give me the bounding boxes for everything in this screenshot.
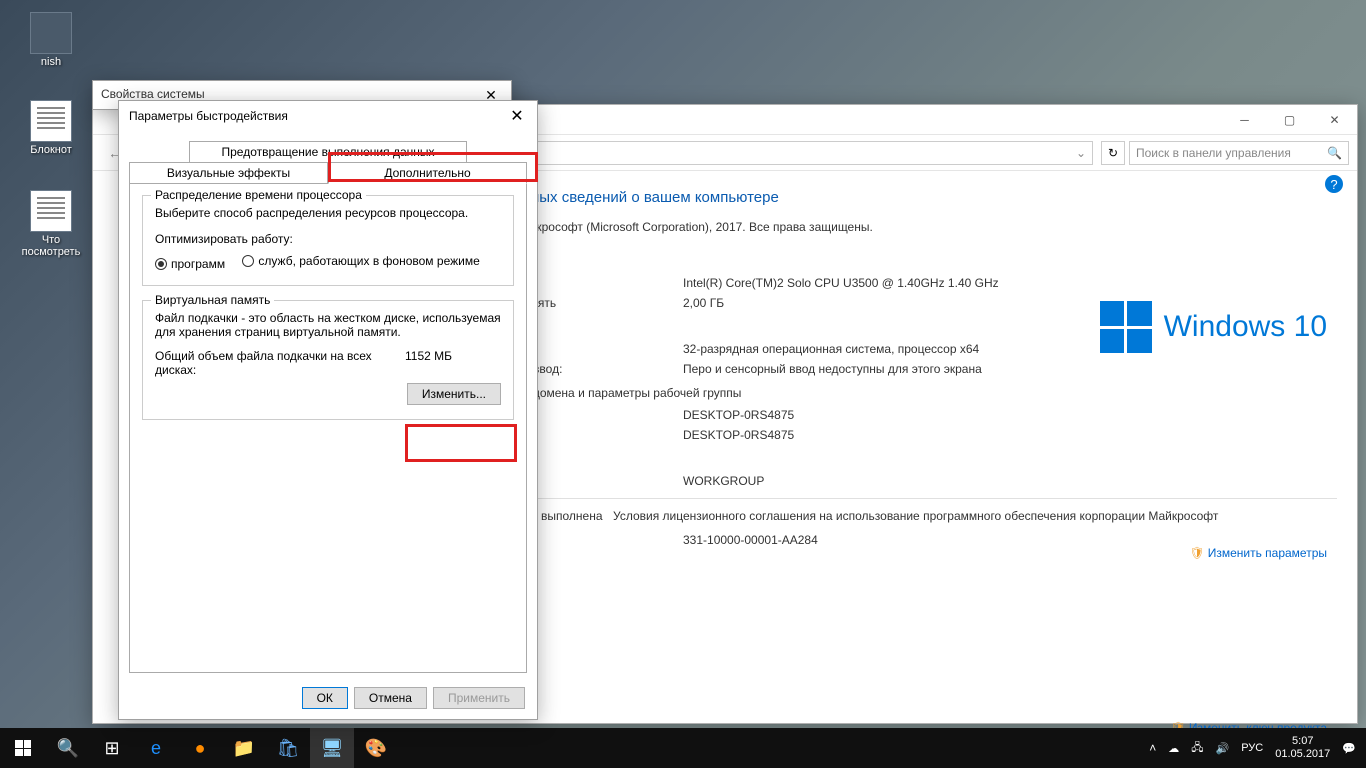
dialog-buttons: ОК Отмена Применить <box>302 687 525 709</box>
placeholder-text: Поиск в панели управления <box>1136 146 1291 160</box>
virtual-memory-group: Виртуальная память Файл подкачки - это о… <box>142 300 514 420</box>
cancel-button[interactable]: Отмена <box>354 687 427 709</box>
product-id: 331-10000-00001-AA284 <box>683 533 818 547</box>
group-desc: Выберите способ распределения ресурсов п… <box>155 206 501 220</box>
system-tray: ˄ ☁ 🖧 🔊 РУС 5:07 01.05.2017 💬 <box>1149 735 1366 761</box>
clock[interactable]: 5:07 01.05.2017 <box>1275 735 1330 761</box>
dialog-title: Свойства системы <box>101 87 205 101</box>
cpu-value: Intel(R) Core(TM)2 Solo CPU U3500 @ 1.40… <box>683 276 999 290</box>
tab-advanced[interactable]: Дополнительно <box>328 162 527 184</box>
icon-label: nish <box>16 56 86 68</box>
desktop-icon-nish[interactable]: nish <box>16 12 86 68</box>
page-heading: вных сведений о вашем компьютере <box>523 189 1337 206</box>
time-text: 5:07 <box>1275 735 1330 748</box>
search-input[interactable]: Поиск в панели управления 🔍 <box>1129 141 1349 165</box>
language-indicator[interactable]: РУС <box>1241 742 1263 754</box>
computer-name: DESKTOP-0RS4875 <box>683 408 794 422</box>
desktop-icon-watchlist[interactable]: Что посмотреть <box>16 190 86 258</box>
volume-icon[interactable]: 🔊 <box>1216 742 1230 755</box>
store-icon[interactable]: 🛍 <box>266 728 310 768</box>
file-explorer-icon[interactable]: 📁 <box>222 728 266 768</box>
edge-icon[interactable]: e <box>134 728 178 768</box>
computer-name-full: DESKTOP-0RS4875 <box>683 428 794 442</box>
onedrive-icon[interactable]: ☁ <box>1168 742 1179 755</box>
ok-button[interactable]: ОК <box>302 687 348 709</box>
domain-header: я домена и параметры рабочей группы <box>523 386 1337 400</box>
text-file-icon <box>30 190 72 232</box>
network-icon[interactable]: 🖧 <box>1191 739 1203 758</box>
close-button[interactable]: ✕ <box>1312 105 1357 135</box>
tab-panel: Распределение времени процессора Выберит… <box>129 181 527 673</box>
processor-scheduling-group: Распределение времени процессора Выберит… <box>142 195 514 286</box>
shield-icon: 🛡 <box>1189 546 1204 560</box>
firefox-icon[interactable]: ● <box>178 728 222 768</box>
text-file-icon <box>30 100 72 142</box>
icon-label: Что посмотреть <box>16 234 86 258</box>
refresh-button[interactable]: ↻ <box>1101 141 1125 165</box>
notification-icon[interactable]: 💬 <box>1342 742 1356 755</box>
control-panel-icon[interactable]: 🖥 <box>310 728 354 768</box>
radio-programs[interactable]: программ <box>155 257 225 271</box>
apply-button[interactable]: Применить <box>433 687 525 709</box>
change-button[interactable]: Изменить... <box>407 383 501 405</box>
taskbar: 🔍 ⊞ e ● 📁 🛍 🖥 🎨 ˄ ☁ 🖧 🔊 РУС 5:07 01.05.2… <box>0 728 1366 768</box>
minimize-button[interactable]: ─ <box>1222 105 1267 135</box>
tray-overflow-icon[interactable]: ˄ <box>1149 741 1156 755</box>
maximize-button[interactable]: ▢ <box>1267 105 1312 135</box>
tab-control: Предотвращение выполнения данных Визуаль… <box>129 141 527 184</box>
desktop-icon-notepad[interactable]: Блокнот <box>16 100 86 156</box>
paint-icon[interactable]: 🎨 <box>354 728 398 768</box>
radio-services[interactable]: служб, работающих в фоновом режиме <box>242 254 479 268</box>
copyright-text: айкрософт (Microsoft Corporation), 2017.… <box>523 220 873 234</box>
windows-logo: Windows 10 <box>1100 301 1327 353</box>
total-pagefile-value: 1152 МБ <box>405 349 452 377</box>
change-params-link[interactable]: 🛡Изменить параметры <box>1189 546 1327 560</box>
workgroup-value: WORKGROUP <box>683 474 764 488</box>
performance-options-dialog: Параметры быстродействия ✕ Предотвращени… <box>118 100 538 720</box>
start-button[interactable] <box>0 728 46 768</box>
dialog-title: Параметры быстродействия <box>129 109 288 123</box>
game-icon <box>30 12 72 54</box>
pen-value: Перо и сенсорный ввод недоступны для это… <box>683 362 982 376</box>
icon-label: Блокнот <box>16 144 86 156</box>
close-button[interactable]: ✕ <box>497 101 537 131</box>
optimize-label: Оптимизировать работу: <box>155 232 501 246</box>
total-pagefile-label: Общий объем файла подкачки на всех диска… <box>155 349 405 377</box>
search-icon: 🔍 <box>1327 146 1342 160</box>
task-view-icon[interactable]: ⊞ <box>90 728 134 768</box>
license-link[interactable]: Условия лицензионного соглашения на испо… <box>613 509 1218 523</box>
ram-value: 2,00 ГБ <box>683 296 724 310</box>
tab-dep[interactable]: Предотвращение выполнения данных <box>189 141 467 162</box>
group-title: Распределение времени процессора <box>151 188 366 202</box>
group-title: Виртуальная память <box>151 293 274 307</box>
brand-text: Windows 10 <box>1164 310 1327 344</box>
search-icon[interactable]: 🔍 <box>46 728 90 768</box>
separator <box>523 498 1337 499</box>
group-desc: Файл подкачки - это область на жестком д… <box>155 311 501 339</box>
windows-logo-icon <box>1100 301 1152 353</box>
date-text: 01.05.2017 <box>1275 748 1330 761</box>
chevron-down-icon[interactable]: ⌄ <box>1076 146 1086 160</box>
systype-value: 32-разрядная операционная система, проце… <box>683 342 979 356</box>
